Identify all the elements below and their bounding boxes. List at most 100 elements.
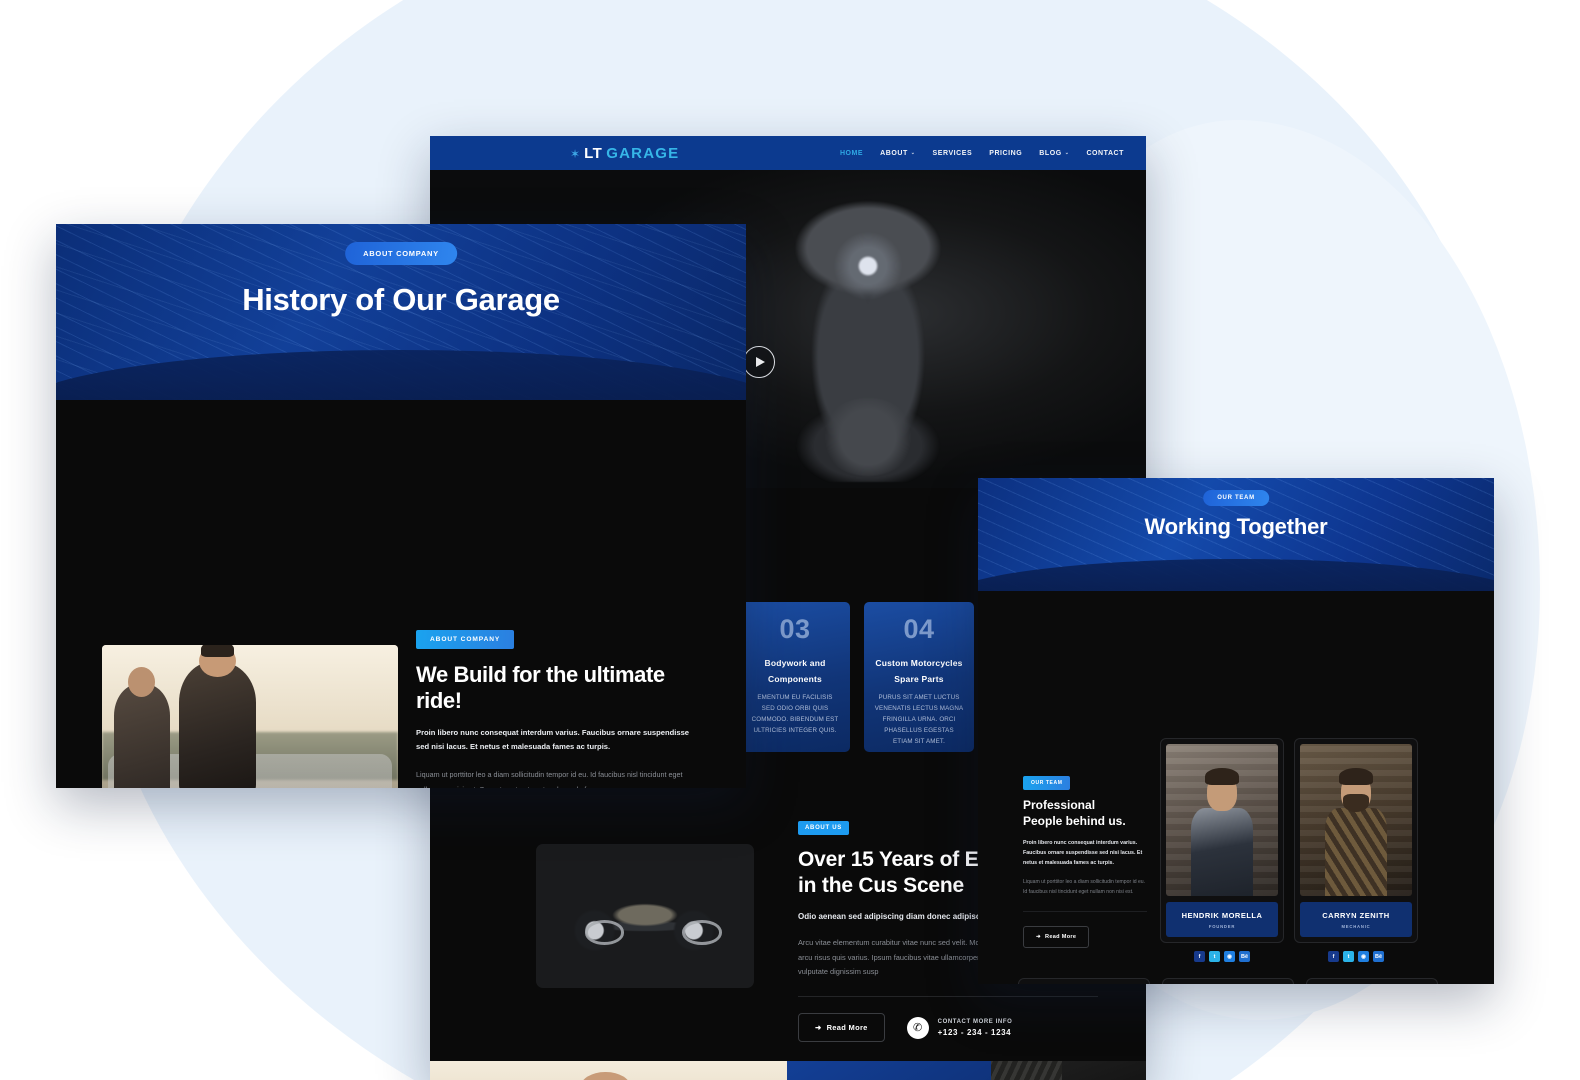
- member-frame: [1018, 978, 1150, 984]
- nav-item-home[interactable]: HOME: [840, 150, 863, 157]
- about-page-panel: ABOUT COMPANY History of Our Garage ABOU…: [56, 224, 746, 788]
- team-member-card[interactable]: CARRYN ZENITH MECHANIC f t ◉ Bē: [1294, 738, 1418, 962]
- about-us-cta-row: ➜ Read More ✆ CONTACT MORE INFO +123 - 2…: [798, 1013, 1098, 1043]
- read-more-label: Read More: [826, 1023, 868, 1033]
- instagram-icon[interactable]: ◉: [1358, 951, 1369, 962]
- photo-hair: [1339, 768, 1373, 786]
- about-photo: [102, 645, 398, 788]
- service-card-text: EMENTUM EU FACILISIS SED ODIO ORBI QUIS …: [751, 694, 839, 734]
- facebook-icon[interactable]: f: [1194, 951, 1205, 962]
- about-tag: ABOUT COMPANY: [416, 630, 515, 649]
- team-body-text: Liquam ut porttitor leo a diam sollicitu…: [1023, 878, 1146, 896]
- service-card-04[interactable]: 04 Custom Motorcycles Spare Parts PURUS …: [864, 602, 974, 752]
- photo-hair: [1205, 768, 1239, 786]
- nav-label: HOME: [839, 149, 864, 157]
- twitter-icon[interactable]: t: [1209, 951, 1220, 962]
- service-card-03[interactable]: 03 Bodywork and Components EMENTUM EU FA…: [740, 602, 850, 752]
- service-card-title: Custom Motorcycles Spare Parts: [874, 656, 964, 687]
- instagram-icon[interactable]: ◉: [1224, 951, 1235, 962]
- nav-label: PRICING: [989, 149, 1023, 157]
- nav-label: ABOUT: [880, 149, 908, 157]
- divider: [798, 996, 1098, 998]
- play-triangle: [755, 357, 765, 367]
- about-lead: Proin libero nunc consequat interdum var…: [416, 728, 690, 752]
- site-logo[interactable]: ✶ LT GARAGE: [570, 145, 679, 162]
- team-read-more-button[interactable]: ➜ Read More: [1023, 926, 1090, 949]
- team-lead: Proin libero nunc consequat interdum var…: [1023, 839, 1143, 866]
- photo-rider-back: [113, 667, 171, 788]
- team-member-card[interactable]: HENDRIK MORELLA FOUNDER f t ◉ Bē: [1160, 738, 1284, 962]
- performance-inset-photo: [991, 1061, 1146, 1080]
- facebook-icon[interactable]: f: [1328, 951, 1339, 962]
- about-heading: We Build for the ultimate ride!: [416, 662, 665, 713]
- contact-info[interactable]: ✆ CONTACT MORE INFO +123 - 234 - 1234: [906, 1016, 1013, 1039]
- site-navbar: ✶ LT GARAGE HOME ABOUT ⌄ SERVICES PRICING…: [430, 136, 1146, 170]
- nav-item-blog[interactable]: BLOG ⌄: [1039, 150, 1069, 157]
- behance-icon[interactable]: Bē: [1239, 951, 1250, 962]
- performance-content: PERFORMANCE Improve general rideability …: [787, 1061, 1146, 1080]
- photo-torso: [1190, 807, 1254, 896]
- team-heading-line2: People behind us.: [1023, 813, 1126, 828]
- nav-item-services[interactable]: SERVICES: [933, 150, 973, 157]
- arrow-right-icon: ➜: [815, 1023, 822, 1033]
- member-nameplate: HENDRIK MORELLA FOUNDER: [1166, 902, 1278, 937]
- logo-secondary-text: GARAGE: [606, 144, 680, 162]
- nav-label: CONTACT: [1086, 149, 1124, 157]
- team-member-cards: HENDRIK MORELLA FOUNDER f t ◉ Bē CARRYN …: [1160, 738, 1418, 962]
- nav-item-contact[interactable]: CONTACT: [1086, 150, 1124, 157]
- service-card-title: Bodywork and Components: [750, 656, 840, 687]
- nav-item-pricing[interactable]: PRICING: [989, 150, 1022, 157]
- member-role: MECHANIC: [1341, 924, 1371, 929]
- twitter-icon[interactable]: t: [1343, 951, 1354, 962]
- photo-rider-front: [178, 645, 256, 788]
- team-hero-banner: OUR TEAM Working Together: [978, 478, 1494, 591]
- service-card-title-line2: Components: [768, 673, 822, 684]
- arrow-right-icon: ➜: [1036, 934, 1041, 941]
- contact-label: CONTACT MORE INFO: [937, 1018, 1013, 1025]
- logo-primary-text: LT: [584, 144, 603, 162]
- logo-mark-icon: ✶: [570, 146, 581, 161]
- member-photo: [1300, 744, 1412, 896]
- read-more-button[interactable]: ➜ Read More: [798, 1013, 885, 1043]
- team-hero-title: Working Together: [1144, 514, 1328, 539]
- about-body-text: Liquam ut porttitor leo a diam sollicitu…: [416, 770, 683, 788]
- service-card-title-line2: Spare Parts: [894, 673, 944, 684]
- about-hero-title: History of Our Garage: [242, 282, 560, 317]
- team-heading-line1: Professional: [1023, 798, 1096, 812]
- behance-icon[interactable]: Bē: [1373, 951, 1384, 962]
- member-frame: [1162, 978, 1294, 984]
- about-text-column: ABOUT COMPANY We Build for the ultimate …: [416, 628, 700, 788]
- team-heading: Professional People behind us.: [1023, 798, 1147, 830]
- member-name: HENDRIK MORELLA: [1181, 911, 1263, 920]
- about-content: ABOUT COMPANY We Build for the ultimate …: [56, 400, 746, 788]
- nav-label: BLOG: [1039, 149, 1062, 157]
- team-page-panel: OUR TEAM Working Together OUR TEAM Profe…: [978, 478, 1494, 984]
- primary-nav: HOME ABOUT ⌄ SERVICES PRICING BLOG ⌄ CONTA…: [840, 150, 1124, 157]
- team-member-cards-row2: [1018, 978, 1438, 984]
- photo-torso: [1324, 807, 1388, 896]
- team-member-card[interactable]: [1018, 978, 1150, 984]
- member-nameplate: CARRYN ZENITH MECHANIC: [1300, 902, 1412, 937]
- inset-tools: [991, 1061, 1063, 1080]
- contact-number[interactable]: +123 - 234 - 1234: [938, 1028, 1013, 1037]
- about-us-tag: ABOUT US: [798, 821, 849, 835]
- service-card-number: 03: [779, 614, 811, 644]
- member-name: CARRYN ZENITH: [1322, 911, 1390, 920]
- performance-photo: [430, 1061, 787, 1080]
- member-socials: f t ◉ Bē: [1160, 951, 1284, 962]
- play-icon[interactable]: [743, 346, 775, 378]
- team-tag: OUR TEAM: [1023, 776, 1071, 790]
- member-role: FOUNDER: [1208, 924, 1236, 929]
- about-hero-pill: ABOUT COMPANY: [345, 242, 457, 265]
- nav-label: SERVICES: [932, 149, 973, 157]
- team-member-card[interactable]: [1162, 978, 1294, 984]
- member-frame: [1306, 978, 1438, 984]
- team-content: OUR TEAM Professional People behind us. …: [978, 591, 1494, 984]
- member-photo: [1166, 744, 1278, 896]
- nav-item-about[interactable]: ABOUT ⌄: [880, 150, 915, 157]
- team-text-column: OUR TEAM Professional People behind us. …: [1023, 771, 1147, 949]
- composition-stage: ✶ LT GARAGE HOME ABOUT ⌄ SERVICES PRICING…: [0, 0, 1580, 1080]
- chevron-down-icon: ⌄: [1064, 150, 1070, 156]
- team-member-card[interactable]: [1306, 978, 1438, 984]
- service-card-text: PURUS SIT AMET LUCTUS VENENATIS LECTUS M…: [874, 694, 964, 745]
